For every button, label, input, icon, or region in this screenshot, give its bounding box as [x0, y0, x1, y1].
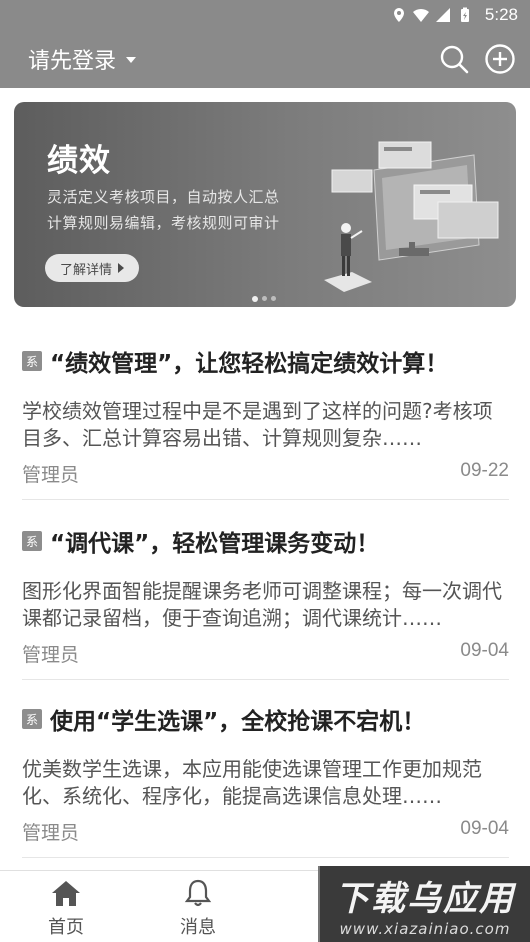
search-button[interactable]: [438, 43, 470, 75]
dashboard-illustration: [324, 141, 499, 292]
item-date: 09-04: [460, 818, 509, 839]
location-icon: [393, 8, 404, 22]
watermark-title: 下载乌应用: [335, 878, 515, 919]
learn-more-button[interactable]: 了解详情: [45, 254, 139, 282]
add-circle-icon: [485, 44, 515, 74]
list-item[interactable]: 系 “调代课”，轻松管理课务变动！ 图形化界面智能提醒课务老师可调整课程；每一次…: [22, 500, 509, 680]
caret-down-icon: [126, 57, 137, 63]
item-author: 管理员: [22, 644, 80, 666]
item-summary: 学校绩效管理过程中是不是遇到了这样的问题?考核项目多、汇总计算容易出错、计算规则…: [22, 399, 493, 450]
login-dropdown[interactable]: 请先登录: [28, 43, 137, 75]
watermark-logo: 下载乌应用 www.xiazainiao.com: [318, 866, 530, 942]
promo-banner[interactable]: 绩效 灵活定义考核项目，自动按人汇总 计算规则易编辑，考核规则可审计 了解详情: [14, 102, 516, 307]
status-time: 5:28: [484, 5, 518, 24]
tab-home-label: 首页: [48, 917, 84, 938]
item-title: 使用“学生选课”，全校抢课不宕机！: [50, 709, 426, 735]
system-tag: 系: [22, 709, 42, 729]
pager-dot[interactable]: [262, 296, 267, 301]
item-title: “绩效管理”，让您轻松搞定绩效计算！: [50, 351, 449, 377]
home-icon: [52, 881, 80, 906]
list-item[interactable]: 系 使用“学生选课”，全校抢课不宕机！ 优美数学生选课，本应用能使选课管理工作更…: [22, 678, 509, 858]
wifi-icon: [412, 8, 429, 22]
bell-icon: [184, 879, 212, 907]
tab-messages-label: 消息: [180, 917, 216, 938]
add-button[interactable]: [484, 43, 516, 75]
item-date: 09-04: [460, 640, 509, 661]
tab-messages[interactable]: 消息: [153, 879, 243, 939]
pager-dot[interactable]: [271, 296, 276, 301]
app-bar: 请先登录: [0, 30, 530, 88]
pager-dot[interactable]: [252, 295, 258, 302]
item-summary: 图形化界面智能提醒课务老师可调整课程；每一次调代课都记录留档，便于查询追溯；调代…: [22, 579, 502, 630]
item-date: 09-22: [460, 460, 509, 481]
play-arrow-icon: [118, 263, 124, 273]
item-author: 管理员: [22, 822, 80, 844]
login-label: 请先登录: [28, 49, 117, 74]
system-tag: 系: [22, 531, 42, 551]
search-icon: [440, 45, 469, 74]
banner-title: 绩效: [47, 143, 111, 179]
banner-line-2: 计算规则易编辑，考核规则可审计: [47, 214, 280, 232]
tab-home[interactable]: 首页: [21, 879, 111, 939]
signal-icon: [435, 8, 450, 22]
list-item[interactable]: 系 “绩效管理”，让您轻松搞定绩效计算！ 学校绩效管理过程中是不是遇到了这样的问…: [22, 320, 509, 500]
watermark-url: www.xiazainiao.com: [339, 919, 511, 938]
item-author: 管理员: [22, 464, 80, 486]
item-summary: 优美数学生选课，本应用能使选课管理工作更加规范化、系统化、程序化，能提高选课信息…: [22, 757, 482, 808]
battery-icon: [460, 7, 469, 22]
system-tag: 系: [22, 351, 42, 371]
banner-pager: [252, 295, 276, 302]
item-title: “调代课”，轻松管理课务变动！: [50, 531, 380, 557]
status-bar: 5:28: [0, 0, 530, 30]
banner-line-1: 灵活定义考核项目，自动按人汇总: [47, 188, 280, 206]
learn-more-label: 了解详情: [59, 262, 112, 278]
